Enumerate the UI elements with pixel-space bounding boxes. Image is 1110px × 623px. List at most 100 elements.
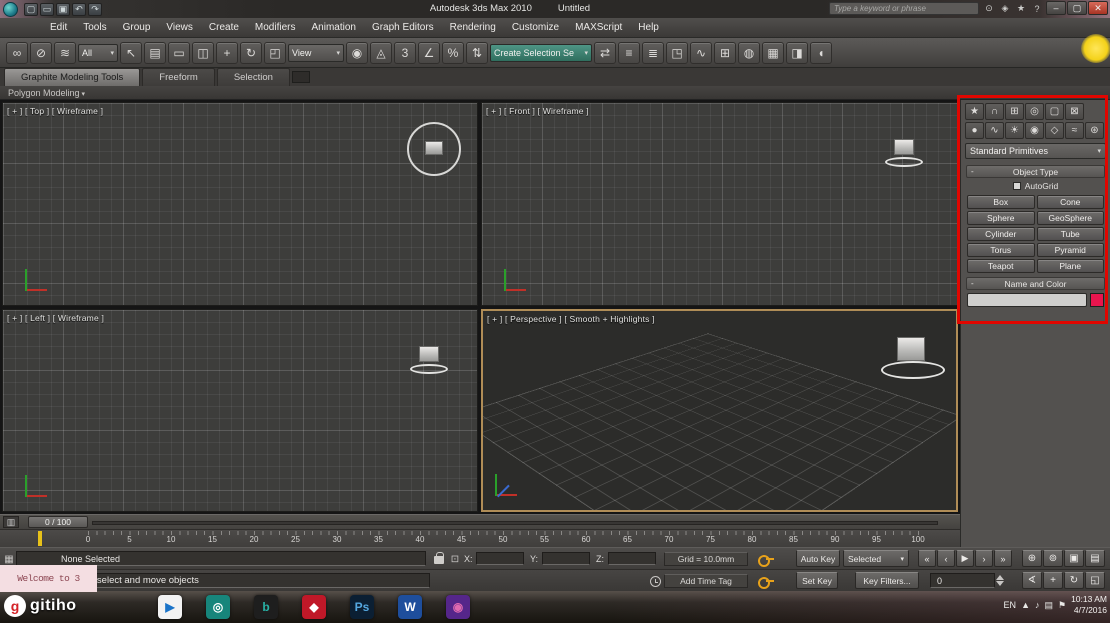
material-editor-icon[interactable]: ◍: [738, 42, 760, 64]
mirror-icon[interactable]: ⇄: [594, 42, 616, 64]
rendered-frame-icon[interactable]: ◨: [786, 42, 808, 64]
absolute-mode-icon[interactable]: ⊡: [448, 552, 462, 566]
set-key-button[interactable]: Set Key: [796, 572, 838, 589]
tray-flag-icon[interactable]: ⚑: [1058, 600, 1066, 611]
motion-tab-icon[interactable]: ◎: [1025, 103, 1044, 120]
frame-number-field[interactable]: 0: [930, 573, 995, 588]
align-icon[interactable]: ≡: [618, 42, 640, 64]
scene-object-box[interactable]: [425, 141, 443, 155]
maximize-button[interactable]: ▢: [1067, 1, 1087, 15]
redo-icon[interactable]: ↷: [88, 3, 102, 16]
select-and-link-icon[interactable]: ∞: [6, 42, 28, 64]
menu-item-rendering[interactable]: Rendering: [442, 19, 504, 36]
viewport-top[interactable]: [ + ] [ Top ] [ Wireframe ]: [2, 102, 478, 306]
taskbar-swirl-icon[interactable]: ◎: [206, 595, 230, 619]
select-object-icon[interactable]: ↖: [120, 42, 142, 64]
primitive-button-pyramid[interactable]: Pyramid: [1037, 243, 1105, 257]
add-time-tag[interactable]: Add Time Tag: [664, 574, 748, 588]
open-mini-curve-editor-icon[interactable]: ▥: [3, 516, 19, 528]
hierarchy-tab-icon[interactable]: ⊞: [1005, 103, 1024, 120]
scene-object-box[interactable]: [419, 346, 439, 362]
zoom-all-icon[interactable]: ⊚: [1043, 550, 1063, 567]
selection-filter-dropdown[interactable]: All▾: [78, 44, 118, 62]
select-by-name-icon[interactable]: ▤: [144, 42, 166, 64]
primitive-button-torus[interactable]: Torus: [967, 243, 1035, 257]
zoom-icon[interactable]: ⊕: [1022, 550, 1042, 567]
taskbar-player-icon[interactable]: ▶: [158, 595, 182, 619]
object-name-field[interactable]: [967, 293, 1087, 307]
goto-end-button[interactable]: »: [994, 550, 1012, 567]
taskbar-media-icon[interactable]: ◉: [446, 595, 470, 619]
tab-graphite-modeling-tools[interactable]: Graphite Modeling Tools: [4, 68, 140, 86]
open-file-icon[interactable]: ▭: [40, 3, 54, 16]
frame-spinner-arrows[interactable]: [996, 573, 1006, 588]
menu-item-tools[interactable]: Tools: [75, 19, 114, 36]
maximize-viewport-icon[interactable]: ◱: [1085, 572, 1105, 589]
shapes-category-icon[interactable]: ∿: [985, 122, 1004, 139]
snaps-toggle-icon[interactable]: 3: [394, 42, 416, 64]
primitive-category-dropdown[interactable]: Standard Primitives: [965, 143, 1106, 159]
viewport-left-label[interactable]: [ + ] [ Left ] [ Wireframe ]: [7, 313, 104, 323]
primitive-button-cylinder[interactable]: Cylinder: [967, 227, 1035, 241]
new-scene-icon[interactable]: ▢: [24, 3, 38, 16]
menu-item-animation[interactable]: Animation: [303, 19, 363, 36]
tray-volume-icon[interactable]: ♪: [1035, 600, 1040, 611]
x-coordinate-field[interactable]: [476, 552, 524, 565]
time-caret[interactable]: [38, 531, 42, 546]
graphite-ribbon-toggle-icon[interactable]: ◳: [666, 42, 688, 64]
selection-lock-icon[interactable]: [434, 556, 444, 564]
key-filters-button[interactable]: Key Filters...: [855, 572, 919, 589]
language-indicator[interactable]: EN: [1004, 600, 1017, 610]
goto-start-button[interactable]: «: [918, 550, 936, 567]
close-button[interactable]: ✕: [1088, 1, 1108, 15]
angle-snap-icon[interactable]: ∠: [418, 42, 440, 64]
zoom-extents-all-icon[interactable]: ▤: [1085, 550, 1105, 567]
time-slider-track[interactable]: [92, 521, 938, 525]
tab-selection[interactable]: Selection: [217, 68, 290, 86]
infocenter-search-input[interactable]: Type a keyword or phrase: [829, 2, 979, 15]
viewport-front-label[interactable]: [ + ] [ Front ] [ Wireframe ]: [486, 106, 589, 116]
favorites-icon[interactable]: ★: [1014, 3, 1028, 15]
next-frame-button[interactable]: ›: [975, 550, 993, 567]
menu-item-views[interactable]: Views: [158, 19, 201, 36]
play-button[interactable]: ▶: [956, 550, 974, 567]
primitive-button-cone[interactable]: Cone: [1037, 195, 1105, 209]
object-color-swatch[interactable]: [1090, 293, 1104, 307]
primitive-button-geosphere[interactable]: GeoSphere: [1037, 211, 1105, 225]
polygon-modeling-panel[interactable]: Polygon Modeling: [8, 88, 85, 98]
key-mode-dropdown[interactable]: Selected: [843, 550, 909, 567]
spinner-snap-icon[interactable]: ⇅: [466, 42, 488, 64]
menu-item-modifiers[interactable]: Modifiers: [247, 19, 304, 36]
autogrid-checkbox[interactable]: [1013, 182, 1021, 190]
tab-freeform[interactable]: Freeform: [142, 68, 215, 86]
use-pivot-center-icon[interactable]: ◉: [346, 42, 368, 64]
taskbar-3dsmax-icon[interactable]: b: [254, 595, 278, 619]
status-grid-icon[interactable]: ▦: [2, 552, 16, 566]
pan-icon[interactable]: +: [1043, 572, 1063, 589]
name-and-color-rollout[interactable]: - Name and Color: [966, 277, 1105, 290]
curve-editor-icon[interactable]: ∿: [690, 42, 712, 64]
primitive-button-teapot[interactable]: Teapot: [967, 259, 1035, 273]
timeline-ruler[interactable]: 0510152025303540455055606570758085909510…: [0, 529, 960, 547]
clock[interactable]: 10:13 AM 4/7/2016: [1071, 594, 1107, 616]
menu-item-group[interactable]: Group: [115, 19, 159, 36]
schematic-view-icon[interactable]: ⊞: [714, 42, 736, 64]
render-production-icon[interactable]: ◖: [810, 42, 832, 64]
menu-item-customize[interactable]: Customize: [504, 19, 567, 36]
menu-item-create[interactable]: Create: [201, 19, 247, 36]
systems-category-icon[interactable]: ⊛: [1085, 122, 1104, 139]
viewport-front[interactable]: [ + ] [ Front ] [ Wireframe ]: [481, 102, 958, 306]
select-and-rotate-icon[interactable]: ↻: [240, 42, 262, 64]
scene-object-box[interactable]: [894, 139, 914, 155]
create-tab-icon[interactable]: ★: [965, 103, 984, 120]
primitive-button-plane[interactable]: Plane: [1037, 259, 1105, 273]
geometry-category-icon[interactable]: ●: [965, 122, 984, 139]
primitive-button-box[interactable]: Box: [967, 195, 1035, 209]
spacewarps-category-icon[interactable]: ≈: [1065, 122, 1084, 139]
named-selection-dropdown[interactable]: Create Selection Se▾: [490, 44, 592, 62]
previous-frame-button[interactable]: ‹: [937, 550, 955, 567]
time-slider-thumb[interactable]: 0 / 100: [28, 516, 88, 528]
y-coordinate-field[interactable]: [542, 552, 590, 565]
menu-item-help[interactable]: Help: [630, 19, 667, 36]
undo-icon[interactable]: ↶: [72, 3, 86, 16]
